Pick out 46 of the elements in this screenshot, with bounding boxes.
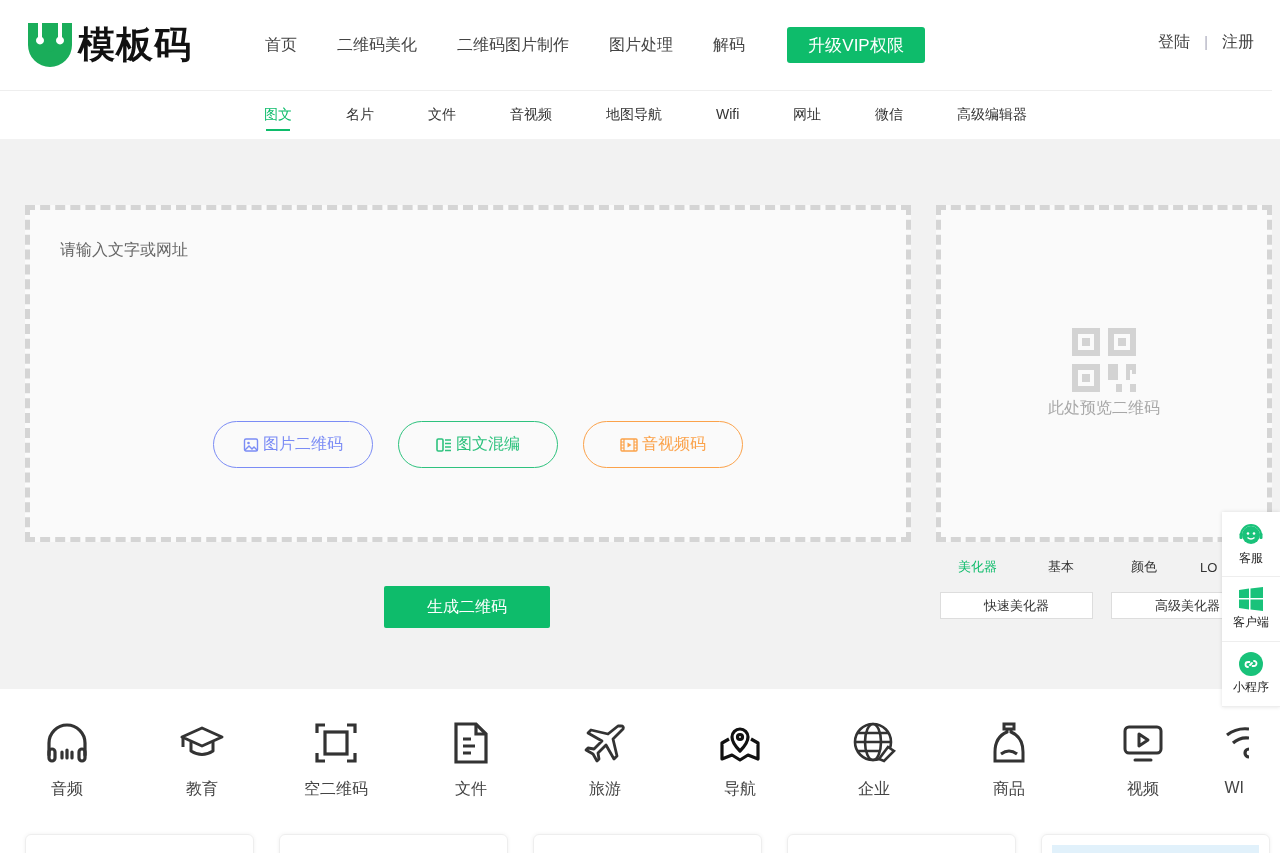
category-item[interactable]: 空二维码: [269, 721, 404, 834]
separator: |: [1204, 34, 1208, 50]
list-icon: [436, 436, 452, 453]
float-sidebar-item[interactable]: 客服: [1222, 512, 1280, 577]
image-icon: [243, 436, 259, 453]
category-item[interactable]: 导航: [672, 721, 807, 834]
beautifier-button[interactable]: 快速美化器: [940, 592, 1093, 619]
float-sidebar-item[interactable]: 客户端: [1222, 577, 1280, 642]
globe-icon: [852, 721, 897, 765]
subnav-tab[interactable]: 名片: [318, 91, 402, 139]
style-tab[interactable]: 颜色: [1102, 558, 1185, 576]
login-link[interactable]: 登陆: [1158, 31, 1191, 53]
windows-icon: [1239, 587, 1263, 611]
qr-code-icon: [1072, 328, 1136, 392]
subnav-tab[interactable]: Wifi: [688, 91, 768, 139]
headphones-icon: [45, 721, 90, 765]
scan-frame-icon: [314, 721, 359, 765]
style-tab[interactable]: 基本: [1019, 558, 1102, 576]
preview-empty-message: 此处预览二维码: [1048, 398, 1160, 418]
subnav-tab[interactable]: 高级编辑器: [929, 91, 1056, 139]
link-icon: [1239, 652, 1263, 676]
category-item[interactable]: 旅游: [538, 721, 673, 834]
nav-link[interactable]: 图片处理: [609, 34, 673, 56]
subnav-tab[interactable]: 音视频: [482, 91, 580, 139]
nav-link[interactable]: 解码: [713, 34, 745, 56]
category-item[interactable]: 商品: [941, 721, 1076, 834]
category-item[interactable]: 文件: [403, 721, 538, 834]
category-item[interactable]: 企业: [807, 721, 942, 834]
logo-text[interactable]: 模板码: [78, 20, 192, 70]
logo-icon: [28, 23, 72, 67]
category-item[interactable]: WI: [1210, 721, 1265, 834]
category-item[interactable]: 视频: [1076, 721, 1211, 834]
category-item[interactable]: 音频: [0, 721, 135, 834]
subnav-tab[interactable]: 地图导航: [578, 91, 690, 139]
nav-link[interactable]: 二维码美化: [337, 34, 417, 56]
nav-link[interactable]: 二维码图片制作: [457, 34, 569, 56]
film-icon: [620, 436, 638, 453]
headset-icon: [1238, 521, 1264, 547]
style-tab[interactable]: LO: [1200, 559, 1218, 575]
subnav-tab[interactable]: 网址: [765, 91, 850, 139]
register-link[interactable]: 注册: [1222, 31, 1254, 53]
subnav-tab[interactable]: 文件: [400, 91, 484, 139]
float-sidebar-item[interactable]: 小程序: [1222, 642, 1280, 707]
subnav-tab[interactable]: 微信: [847, 91, 932, 139]
nav-link[interactable]: 首页: [265, 34, 297, 56]
category-item[interactable]: 教育: [134, 721, 269, 834]
